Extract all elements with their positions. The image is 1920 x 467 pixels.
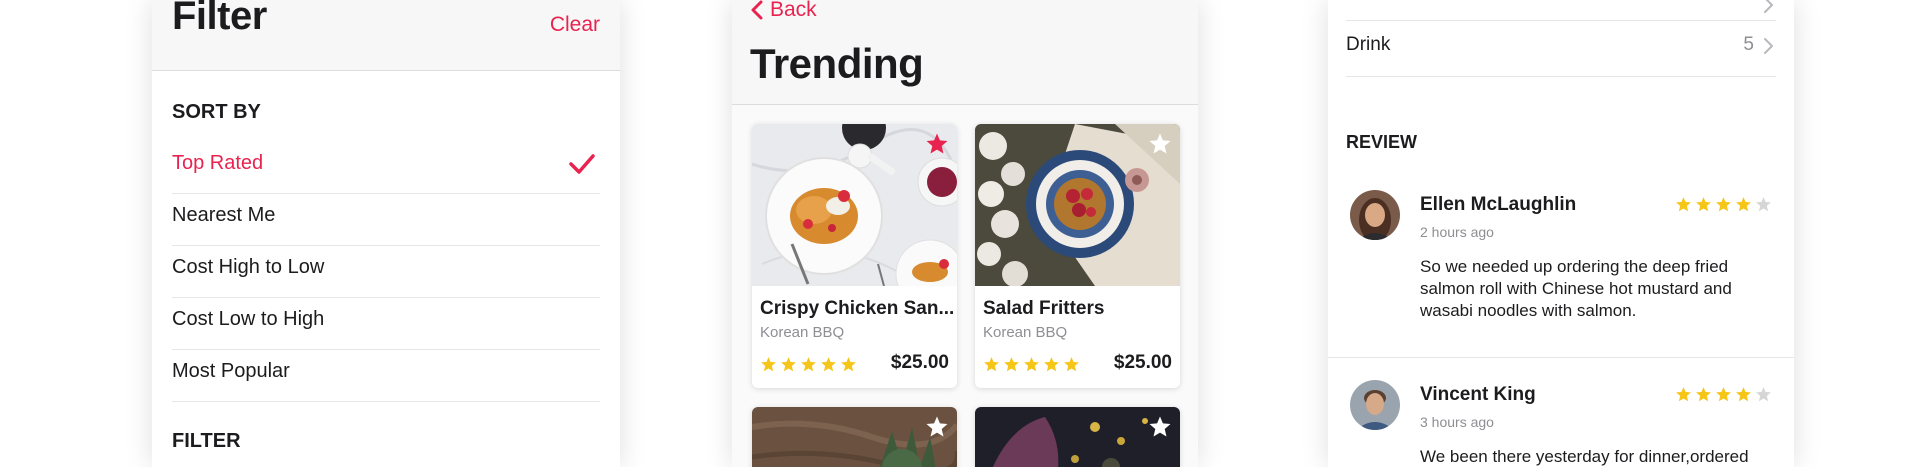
star-icon[interactable] — [1148, 415, 1172, 439]
sort-option-label: Cost High to Low — [172, 256, 325, 278]
filter-header: Filter Clear — [152, 0, 620, 71]
review-time: 2 hours ago — [1420, 224, 1494, 240]
food-price: $25.00 — [890, 352, 949, 373]
food-category: Korean BBQ — [760, 324, 845, 341]
sort-option-label: Top Rated — [172, 152, 264, 174]
restaurant-detail-screen: Drink 5 REVIEW Ellen McLaughlin 2 hours … — [1328, 0, 1794, 467]
checkmark-icon — [569, 154, 595, 174]
star-icon — [1696, 387, 1711, 402]
avatar[interactable] — [1350, 380, 1400, 430]
star-empty-icon — [1756, 197, 1771, 212]
trending-screen: Back Trending Crispy Chicken San... Kore… — [732, 0, 1198, 467]
star-icon — [1064, 357, 1079, 372]
food-name: Crispy Chicken San... — [760, 298, 955, 319]
star-icon — [1696, 197, 1711, 212]
avatar[interactable] — [1350, 190, 1400, 240]
food-card[interactable]: Salad Fritters Korean BBQ $25.00 — [975, 124, 1180, 388]
star-empty-icon — [1756, 387, 1771, 402]
food-card[interactable] — [975, 407, 1180, 467]
sort-option-top-rated[interactable]: Top Rated — [172, 142, 600, 194]
star-icon[interactable] — [1148, 132, 1172, 156]
rating-stars — [1675, 386, 1772, 403]
chevron-right-icon — [1764, 0, 1773, 13]
sort-option-most-popular[interactable]: Most Popular — [172, 350, 600, 402]
back-button[interactable]: Back — [750, 0, 817, 22]
star-icon — [821, 357, 836, 372]
star-icon — [1716, 387, 1731, 402]
star-icon — [1716, 197, 1731, 212]
food-category: Korean BBQ — [983, 324, 1068, 341]
review-heading: REVIEW — [1346, 132, 1418, 152]
star-icon — [1736, 197, 1751, 212]
food-price: $25.00 — [1113, 352, 1172, 373]
trending-header: Back Trending — [732, 0, 1198, 105]
rating-stars — [760, 356, 857, 373]
star-icon — [1676, 197, 1691, 212]
filter-title: Filter — [172, 0, 267, 38]
sort-option-cost-low-to-high[interactable]: Cost Low to High — [172, 298, 600, 350]
sort-by-heading: SORT BY — [172, 101, 261, 123]
star-icon — [801, 357, 816, 372]
clear-button[interactable]: Clear — [550, 13, 600, 37]
menu-row-partial[interactable] — [1346, 0, 1776, 21]
star-icon — [761, 357, 776, 372]
filter-heading: FILTER — [172, 430, 241, 452]
review-text: We been there yesterday for dinner,order… — [1420, 447, 1749, 466]
sort-option-label: Cost Low to High — [172, 308, 325, 330]
review-time: 3 hours ago — [1420, 414, 1494, 430]
chevron-right-icon — [1764, 38, 1773, 54]
sort-options-list: Top Rated Nearest Me Cost High to Low Co… — [172, 142, 600, 402]
star-icon — [1004, 357, 1019, 372]
menu-row-label: Drink — [1346, 34, 1391, 55]
review-text: So we needed up ordering the deep fried … — [1420, 257, 1732, 320]
menu-row-drink[interactable]: Drink 5 — [1346, 21, 1776, 77]
sort-option-cost-high-to-low[interactable]: Cost High to Low — [172, 246, 600, 298]
menu-row-count: 5 — [1743, 34, 1754, 55]
chevron-left-icon — [751, 0, 763, 20]
star-icon — [1024, 357, 1039, 372]
filter-screen: Filter Clear SORT BY Top Rated Nearest M… — [152, 0, 620, 467]
star-icon — [984, 357, 999, 372]
sort-option-nearest-me[interactable]: Nearest Me — [172, 194, 600, 246]
sort-option-label: Nearest Me — [172, 204, 276, 226]
star-icon — [841, 357, 856, 372]
star-icon — [1044, 357, 1059, 372]
trending-title: Trending — [750, 40, 924, 87]
reviewer-name: Ellen McLaughlin — [1420, 194, 1577, 215]
star-icon — [1736, 387, 1751, 402]
rating-stars — [1675, 196, 1772, 213]
food-card[interactable] — [752, 407, 957, 467]
food-name: Salad Fritters — [983, 298, 1105, 319]
rating-stars — [983, 356, 1080, 373]
review-divider — [1328, 357, 1794, 358]
reviewer-name: Vincent King — [1420, 384, 1536, 405]
food-card[interactable]: Crispy Chicken San... Korean BBQ $25.00 — [752, 124, 957, 388]
review-item: Ellen McLaughlin 2 hours ago So we neede… — [1346, 190, 1776, 358]
back-label: Back — [770, 0, 817, 21]
sort-option-label: Most Popular — [172, 360, 290, 382]
star-icon[interactable] — [925, 415, 949, 439]
star-icon — [781, 357, 796, 372]
star-icon — [1676, 387, 1691, 402]
star-icon[interactable] — [925, 132, 949, 156]
review-item: Vincent King 3 hours ago We been there y… — [1346, 380, 1776, 467]
